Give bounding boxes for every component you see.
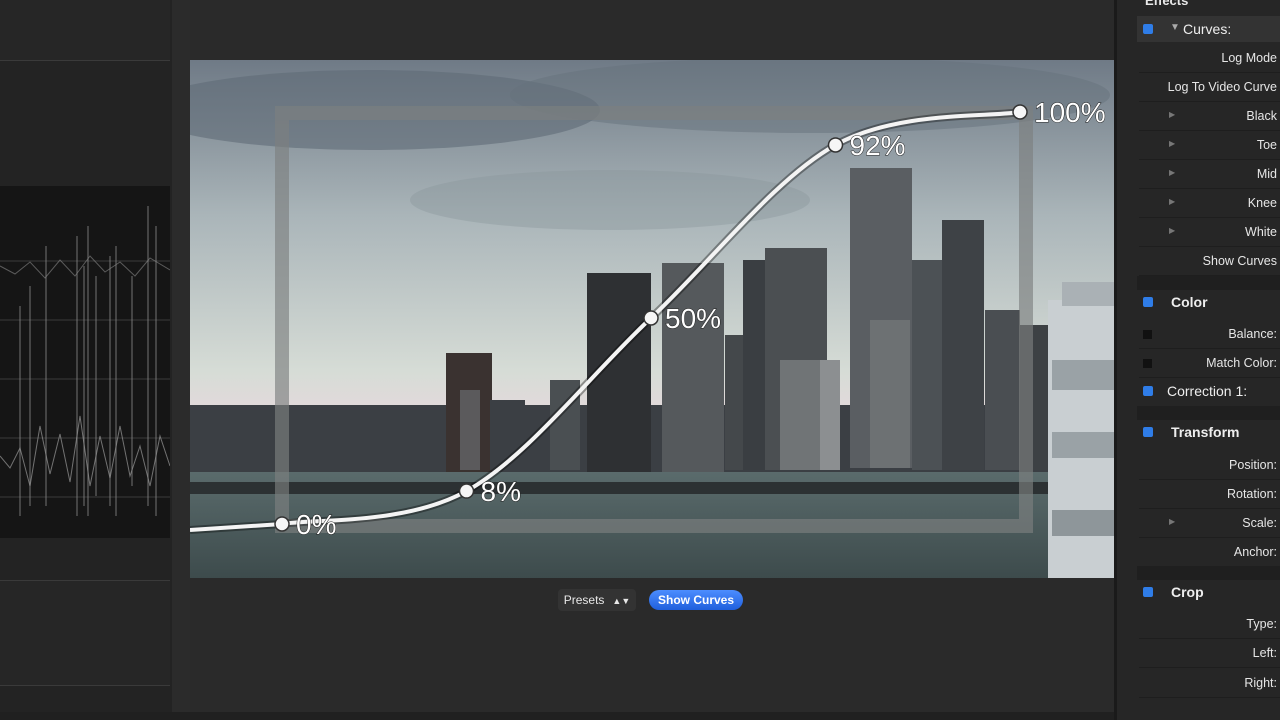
param-rotation[interactable]: Rotation:	[1139, 479, 1280, 509]
curve-point-label: 100%	[1034, 97, 1106, 128]
param-label: White	[1245, 225, 1277, 239]
timeline-strip	[0, 712, 1114, 720]
param-scale[interactable]: ▶ Scale:	[1139, 508, 1280, 538]
param-knee[interactable]: ▶ Knee	[1139, 188, 1280, 218]
param-log-to-video-curve[interactable]: Log To Video Curve	[1139, 72, 1280, 102]
transform-enable-checkbox[interactable]	[1143, 427, 1153, 437]
param-label: Right:	[1244, 676, 1277, 690]
color-title: Color	[1171, 294, 1208, 310]
param-label: Anchor:	[1233, 545, 1277, 559]
disclosure-right-icon[interactable]: ▶	[1169, 110, 1175, 119]
section-divider	[1137, 276, 1280, 290]
transform-title: Transform	[1171, 424, 1240, 440]
curve-control-point[interactable]	[827, 137, 844, 153]
presets-label: Presets	[563, 593, 605, 607]
param-label: Mid	[1256, 167, 1277, 181]
param-label: Log To Video Curve	[1167, 80, 1277, 94]
param-show-curves[interactable]: Show Curves	[1139, 246, 1280, 276]
param-label: Left:	[1252, 646, 1277, 660]
param-label: Balance:	[1228, 327, 1277, 341]
color-enable-checkbox[interactable]	[1143, 297, 1153, 307]
scope-footer	[0, 580, 170, 686]
curve-control-point[interactable]	[458, 483, 475, 499]
param-label: Match Color:	[1206, 356, 1277, 370]
correction-enable-checkbox[interactable]	[1143, 386, 1153, 396]
curve-control-point[interactable]	[1012, 104, 1028, 120]
param-balance[interactable]: Balance:	[1139, 319, 1280, 349]
correction-title: Correction 1:	[1167, 383, 1248, 399]
crop-enable-checkbox[interactable]	[1143, 587, 1153, 597]
param-right[interactable]: Right:	[1139, 668, 1280, 698]
param-mid[interactable]: ▶ Mid	[1139, 159, 1280, 189]
curve-point-label: 92%	[850, 130, 906, 161]
disclosure-right-icon[interactable]: ▶	[1169, 517, 1175, 526]
crop-section-header[interactable]: Crop	[1137, 580, 1280, 606]
curves-effect-header[interactable]: ▼ Curves:	[1137, 16, 1280, 42]
param-label: Show Curves	[1202, 254, 1277, 268]
param-label: Scale:	[1242, 516, 1277, 530]
param-anchor[interactable]: Anchor:	[1139, 537, 1280, 567]
correction-row[interactable]: Correction 1:	[1137, 379, 1280, 405]
section-divider	[1137, 566, 1280, 580]
disclosure-right-icon[interactable]: ▶	[1169, 226, 1175, 235]
updown-arrows-icon: ▲▼	[612, 596, 631, 606]
param-label: Type:	[1246, 617, 1277, 631]
param-log-mode[interactable]: Log Mode	[1139, 43, 1280, 73]
section-divider	[1137, 406, 1280, 420]
curve-control-point[interactable]	[274, 516, 290, 532]
param-label: Rotation:	[1226, 487, 1277, 501]
param-label: Toe	[1256, 138, 1277, 152]
inspector-panel: Effects ▼ Curves: Log Mode Log To Video …	[1114, 0, 1280, 720]
viewer-toolbar: Presets ▲▼ Show Curves	[190, 586, 1114, 616]
curve-control-point[interactable]	[643, 310, 659, 326]
curve-point-label: 50%	[665, 303, 721, 334]
disclosure-right-icon[interactable]: ▶	[1169, 168, 1175, 177]
match-color-checkbox[interactable]	[1143, 359, 1152, 368]
param-left[interactable]: Left:	[1139, 638, 1280, 668]
scope-header	[0, 0, 170, 61]
disclosure-down-icon[interactable]: ▼	[1170, 22, 1180, 33]
curve-point-label: 8%	[481, 476, 521, 507]
param-label: Log Mode	[1221, 51, 1277, 65]
curve-line[interactable]	[190, 110, 1021, 532]
disclosure-right-icon[interactable]: ▶	[1169, 139, 1175, 148]
curves-title: Curves:	[1183, 21, 1232, 37]
transform-section-header[interactable]: Transform	[1137, 420, 1280, 446]
balance-checkbox[interactable]	[1143, 330, 1152, 339]
param-label: Knee	[1247, 196, 1277, 210]
curve-point-label: 0%	[296, 509, 336, 540]
inspector-header: Effects	[1145, 0, 1189, 8]
param-label: Position:	[1229, 458, 1277, 472]
show-curves-button[interactable]: Show Curves	[649, 590, 743, 610]
waveform-scope	[0, 186, 171, 538]
param-type[interactable]: Type:	[1139, 609, 1280, 639]
crop-title: Crop	[1171, 584, 1204, 600]
curves-enable-checkbox[interactable]	[1143, 24, 1153, 34]
param-toe[interactable]: ▶ Toe	[1139, 130, 1280, 160]
curves-overlay[interactable]: 0% 8% 50% 92% 100%	[190, 60, 1114, 578]
param-position[interactable]: Position:	[1139, 450, 1280, 480]
presets-popup[interactable]: Presets ▲▼	[558, 589, 636, 611]
param-white[interactable]: ▶ White	[1139, 217, 1280, 247]
color-section-header[interactable]: Color	[1137, 290, 1280, 316]
param-black[interactable]: ▶ Black	[1139, 101, 1280, 131]
curve-line-shadow	[190, 108, 1021, 534]
param-label: Black	[1246, 109, 1277, 123]
disclosure-right-icon[interactable]: ▶	[1169, 197, 1175, 206]
param-match-color[interactable]: Match Color:	[1139, 348, 1280, 378]
